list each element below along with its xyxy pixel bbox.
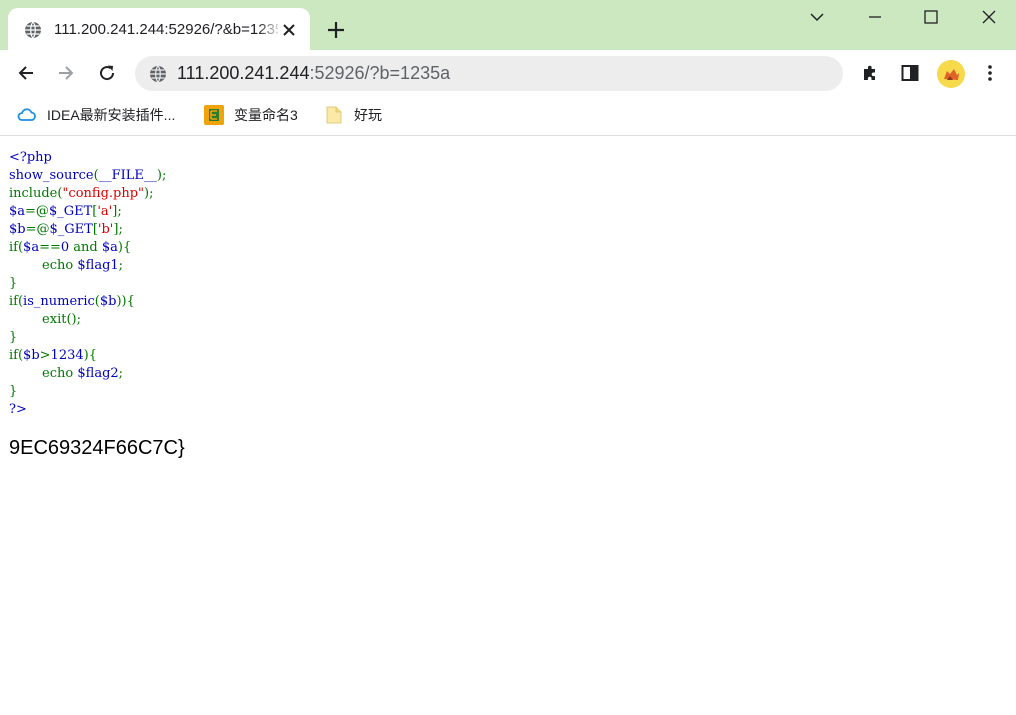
bookmark-variable-naming[interactable]: 变量命名3 xyxy=(204,104,314,126)
bookmark-app-icon xyxy=(204,105,224,125)
reload-icon[interactable] xyxy=(97,63,117,83)
code-token: show_source xyxy=(9,168,94,183)
code-token: } xyxy=(9,330,18,345)
code-token: ; xyxy=(118,366,124,381)
code-token: } xyxy=(9,384,18,399)
globe-icon xyxy=(25,21,41,39)
code-token: and xyxy=(69,240,102,255)
code-token: __FILE__ xyxy=(98,168,157,183)
address-bar[interactable]: 111.200.241.244:52926/?b=1235a xyxy=(135,56,843,91)
tab-strip: 111.200.241.244:52926/?&b=1235a xyxy=(0,0,1016,50)
code-token: $b xyxy=(99,294,117,309)
code-token: $_GET xyxy=(49,222,93,237)
code-string: "config.php" xyxy=(62,186,145,201)
code-token: ); xyxy=(156,168,167,183)
code-token: ]; xyxy=(113,222,123,237)
code-token: ]; xyxy=(112,204,122,219)
code-token: $a xyxy=(101,240,118,255)
flag-output: 9EC69324F66C7C} xyxy=(9,437,185,459)
extensions-puzzle-icon[interactable] xyxy=(860,63,880,83)
bookmark-idea-plugins[interactable]: IDEA最新安装插件... xyxy=(17,104,187,126)
browser-tab[interactable]: 111.200.241.244:52926/?&b=1235a xyxy=(8,8,310,50)
code-token: == xyxy=(39,240,61,255)
maximize-icon[interactable] xyxy=(922,8,940,26)
profile-avatar[interactable] xyxy=(937,60,965,88)
tab-title-fade xyxy=(258,18,282,40)
code-token: 0 xyxy=(60,240,70,255)
code-token: echo xyxy=(9,258,78,273)
code-token: exit xyxy=(9,312,67,327)
browser-toolbar: 111.200.241.244:52926/?b=1235a xyxy=(0,50,1016,96)
code-token: > xyxy=(39,348,51,363)
php-source-code: <?php show_source(__FILE__); include("co… xyxy=(9,149,166,419)
close-window-icon[interactable] xyxy=(980,8,998,26)
code-string: 'b' xyxy=(97,222,114,237)
bookmark-fun-folder[interactable]: 好玩 xyxy=(324,104,394,126)
cloud-icon xyxy=(17,108,36,121)
code-token: =@ xyxy=(25,204,49,219)
url-host: 111.200.241.244 xyxy=(177,63,310,83)
code-token: ); xyxy=(144,186,154,201)
code-php-open: <?php xyxy=(9,150,52,165)
code-token: $flag2 xyxy=(77,366,119,381)
code-token: include xyxy=(9,186,58,201)
page-icon xyxy=(326,106,342,124)
code-token: if( xyxy=(9,294,24,309)
profile-fox-icon xyxy=(937,60,965,88)
url-text[interactable]: 111.200.241.244:52926/?b=1235a xyxy=(177,63,450,84)
bookmark-label: IDEA最新安装插件... xyxy=(47,107,176,123)
code-token: if( xyxy=(9,348,24,363)
bookmark-label: 变量命名3 xyxy=(234,107,298,123)
code-token: $a xyxy=(23,240,40,255)
bookmark-label: 好玩 xyxy=(354,107,382,123)
bookmarks-bar: IDEA最新安装插件... 变量命名3 好玩 xyxy=(0,96,1016,136)
code-token: $b xyxy=(9,222,26,237)
code-token: $flag1 xyxy=(77,258,119,273)
tab-search-chevron-icon[interactable] xyxy=(808,8,826,26)
menu-kebab-icon[interactable] xyxy=(980,63,1000,83)
side-panel-icon[interactable] xyxy=(900,63,920,83)
code-token: $a xyxy=(9,204,26,219)
code-token: 1234 xyxy=(50,348,84,363)
code-token: $_GET xyxy=(48,204,93,219)
code-token: ){ xyxy=(83,348,97,363)
code-token: =@ xyxy=(25,222,50,237)
code-token: } xyxy=(9,276,18,291)
code-token: ){ xyxy=(117,240,132,255)
forward-arrow-icon[interactable] xyxy=(56,63,76,83)
code-string: 'a' xyxy=(97,204,113,219)
code-token: echo xyxy=(9,366,78,381)
code-php-close: ?> xyxy=(9,402,27,417)
code-token: )){ xyxy=(116,294,135,309)
code-token: $b xyxy=(23,348,40,363)
code-token: (); xyxy=(66,312,81,327)
code-token: ; xyxy=(118,258,124,273)
new-tab-icon[interactable] xyxy=(326,20,346,40)
minimize-icon[interactable] xyxy=(866,8,884,26)
code-token: if( xyxy=(9,240,24,255)
back-arrow-icon[interactable] xyxy=(16,63,36,83)
site-info-globe-icon[interactable] xyxy=(149,65,167,83)
tab-title: 111.200.241.244:52926/?&b=1235a xyxy=(54,21,278,38)
code-token: is_numeric xyxy=(23,294,95,309)
url-path: :52926/?b=1235a xyxy=(309,63,451,83)
close-tab-icon[interactable] xyxy=(280,21,298,39)
page-content: <?php show_source(__FILE__); include("co… xyxy=(0,137,1016,715)
